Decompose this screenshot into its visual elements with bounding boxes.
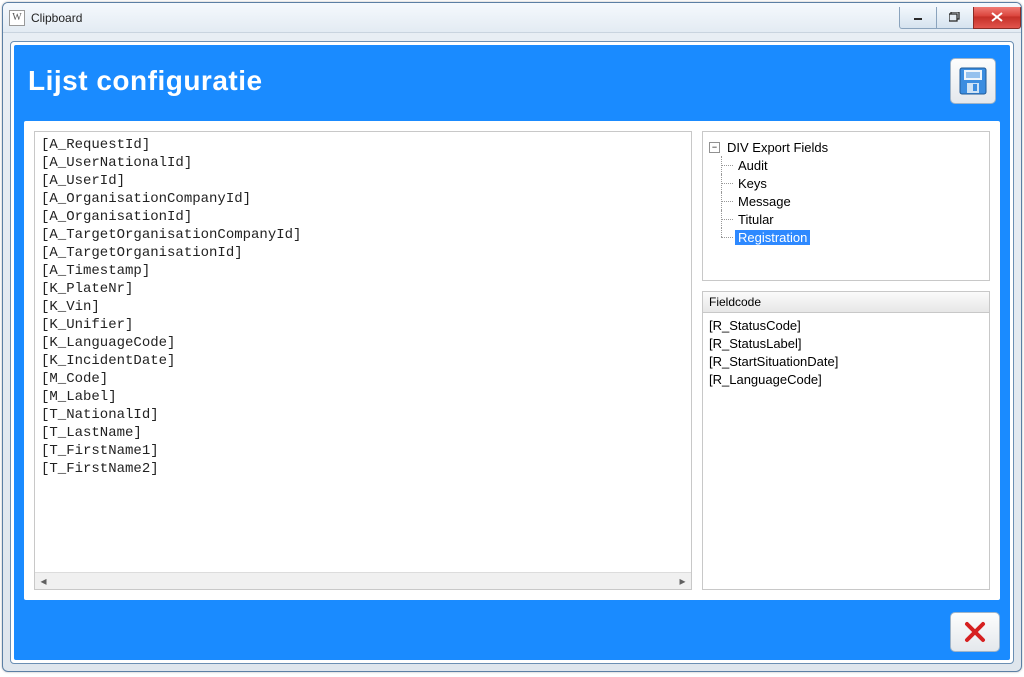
tree-node[interactable]: Registration (709, 228, 983, 246)
tree-node-label: Registration (735, 230, 810, 245)
fieldcode-row[interactable]: [R_LanguageCode] (709, 371, 983, 389)
tree-node-label: Titular (735, 212, 777, 227)
page-title: Lijst configuratie (28, 65, 263, 97)
scroll-right-icon: ▸ (674, 573, 691, 590)
footer (24, 612, 1000, 652)
minimize-button[interactable] (899, 7, 937, 29)
field-list-editor[interactable] (35, 132, 691, 572)
content-panel: ◂ ▸ − DIV Export Fields (24, 121, 1000, 600)
cancel-button[interactable] (950, 612, 1000, 652)
tree-panel: − DIV Export Fields Audit Keys Message Titu… (702, 131, 990, 281)
close-window-button[interactable] (973, 7, 1021, 29)
page-header: Lijst configuratie (14, 45, 1010, 117)
tree-node[interactable]: Keys (709, 174, 983, 192)
maximize-icon (949, 12, 961, 22)
tree-connector-icon (715, 228, 735, 246)
fieldcode-list[interactable]: [R_StatusCode][R_StatusLabel][R_StartSit… (703, 313, 989, 393)
layout: ◂ ▸ − DIV Export Fields (34, 131, 990, 590)
client-area: Lijst configuratie (10, 41, 1014, 664)
horizontal-scrollbar[interactable]: ◂ ▸ (35, 572, 691, 589)
close-icon (991, 12, 1003, 22)
title-bar: W Clipboard (3, 3, 1021, 33)
app-window: W Clipboard Lijst configu (2, 2, 1022, 672)
maximize-button[interactable] (936, 7, 974, 29)
tree-node-label: Keys (735, 176, 770, 191)
export-fields-tree[interactable]: − DIV Export Fields Audit Keys Message Titu… (709, 138, 983, 246)
blue-panel: Lijst configuratie (14, 45, 1010, 660)
editor-panel: ◂ ▸ (34, 131, 692, 590)
tree-connector-icon (715, 210, 735, 228)
expander-icon[interactable]: − (709, 142, 720, 153)
fieldcode-row[interactable]: [R_StatusLabel] (709, 335, 983, 353)
tree-node[interactable]: Message (709, 192, 983, 210)
app-icon: W (9, 10, 25, 26)
right-column: − DIV Export Fields Audit Keys Message Titu… (702, 131, 990, 590)
tree-node[interactable]: Audit (709, 156, 983, 174)
fieldcode-panel: Fieldcode [R_StatusCode][R_StatusLabel][… (702, 291, 990, 590)
save-button[interactable] (950, 58, 996, 104)
minimize-icon (913, 12, 923, 22)
tree-node-label: Audit (735, 158, 771, 173)
fieldcode-row[interactable]: [R_StatusCode] (709, 317, 983, 335)
tree-connector-icon (715, 192, 735, 210)
tree-connector-icon (715, 174, 735, 192)
fieldcode-row[interactable]: [R_StartSituationDate] (709, 353, 983, 371)
scroll-left-icon: ◂ (35, 573, 52, 590)
tree-node[interactable]: Titular (709, 210, 983, 228)
window-buttons (900, 7, 1021, 29)
window-title: Clipboard (31, 11, 82, 25)
tree-node-label: Message (735, 194, 794, 209)
cancel-icon (964, 621, 986, 643)
tree-connector-icon (715, 156, 735, 174)
save-icon (959, 67, 987, 95)
tree-root-label: DIV Export Fields (724, 140, 831, 155)
fieldcode-header[interactable]: Fieldcode (703, 292, 989, 313)
tree-root[interactable]: − DIV Export Fields (709, 138, 983, 156)
